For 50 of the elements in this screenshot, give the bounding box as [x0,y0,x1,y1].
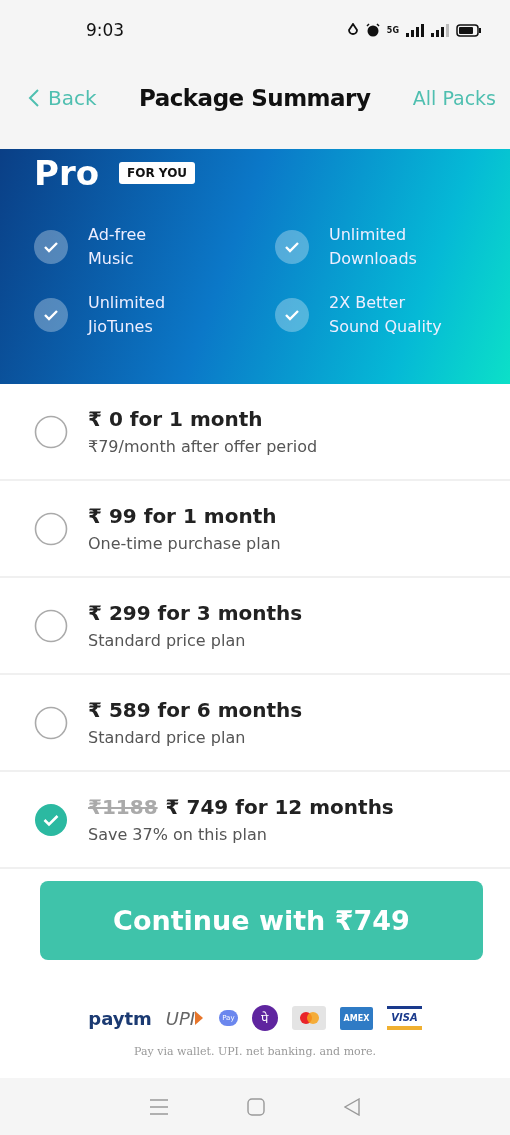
plan-name: Pro [34,153,100,193]
feature-text: Unlimited Downloads [329,224,417,270]
plan-price: ₹ 99 for 1 month [88,504,277,528]
plan-price: ₹ 749 for 12 months [165,795,394,819]
amex-logo: AMEX [339,1006,374,1030]
feature-text: 2X Better Sound Quality [329,292,442,338]
for-you-badge: FOR YOU [119,162,196,184]
menu-icon[interactable] [149,1098,168,1115]
plan-option[interactable]: ₹1188 ₹ 749 for 12 months Save 37% on this plan [0,772,510,869]
radio-checked-icon [34,802,68,837]
plan-option[interactable]: ₹ 0 for 1 month ₹79/month after offer period [0,384,510,481]
plan-option[interactable]: ₹ 299 for 3 months Standard price plan [0,578,510,675]
upi-logo: UPI [165,1007,206,1029]
network-label: 5G [386,25,399,35]
signal-icon [431,23,449,37]
original-price: ₹1188 [88,795,158,819]
plan-description: Standard price plan [88,728,247,747]
back-triangle-icon[interactable] [344,1097,361,1116]
check-circle-icon [275,298,309,332]
radio-icon [34,414,68,449]
plan-price: ₹ 299 for 3 months [88,601,303,625]
chevron-left-icon [28,87,40,108]
plan-price: ₹ 0 for 1 month [88,407,263,431]
alarm-icon [365,23,380,37]
status-time: 9:03 [86,20,125,40]
battery-icon [456,23,482,37]
plan-description: Standard price plan [88,631,247,650]
page-title: Package Summary [138,84,371,111]
check-circle-icon [34,298,68,332]
paytm-logo: paytm [88,1007,152,1029]
visa-logo: VISA [387,1006,422,1030]
radio-icon [34,608,68,643]
plan-description: ₹79/month after offer period [88,437,318,456]
home-square-icon[interactable] [247,1097,265,1116]
feature-text: Unlimited JioTunes [88,292,166,338]
feature-text: Ad-free Music [88,224,147,270]
radio-icon [34,511,68,546]
phonepe-logo: पे [251,1005,278,1031]
payment-note: Pay via wallet. UPI. net banking. and more. [133,1045,377,1058]
plan-option[interactable]: ₹ 589 for 6 months Standard price plan [0,675,510,772]
plan-description: One-time purchase plan [88,534,281,553]
radio-icon [34,705,68,740]
plan-option[interactable]: ₹ 99 for 1 month One-time purchase plan [0,481,510,578]
signal-icon [406,23,424,37]
mastercard-logo [291,1006,326,1030]
check-circle-icon [34,230,68,264]
check-circle-icon [275,230,309,264]
drop-icon [346,23,359,37]
plan-description: Save 37% on this plan [88,825,268,844]
plan-price: ₹ 589 for 6 months [88,698,303,722]
